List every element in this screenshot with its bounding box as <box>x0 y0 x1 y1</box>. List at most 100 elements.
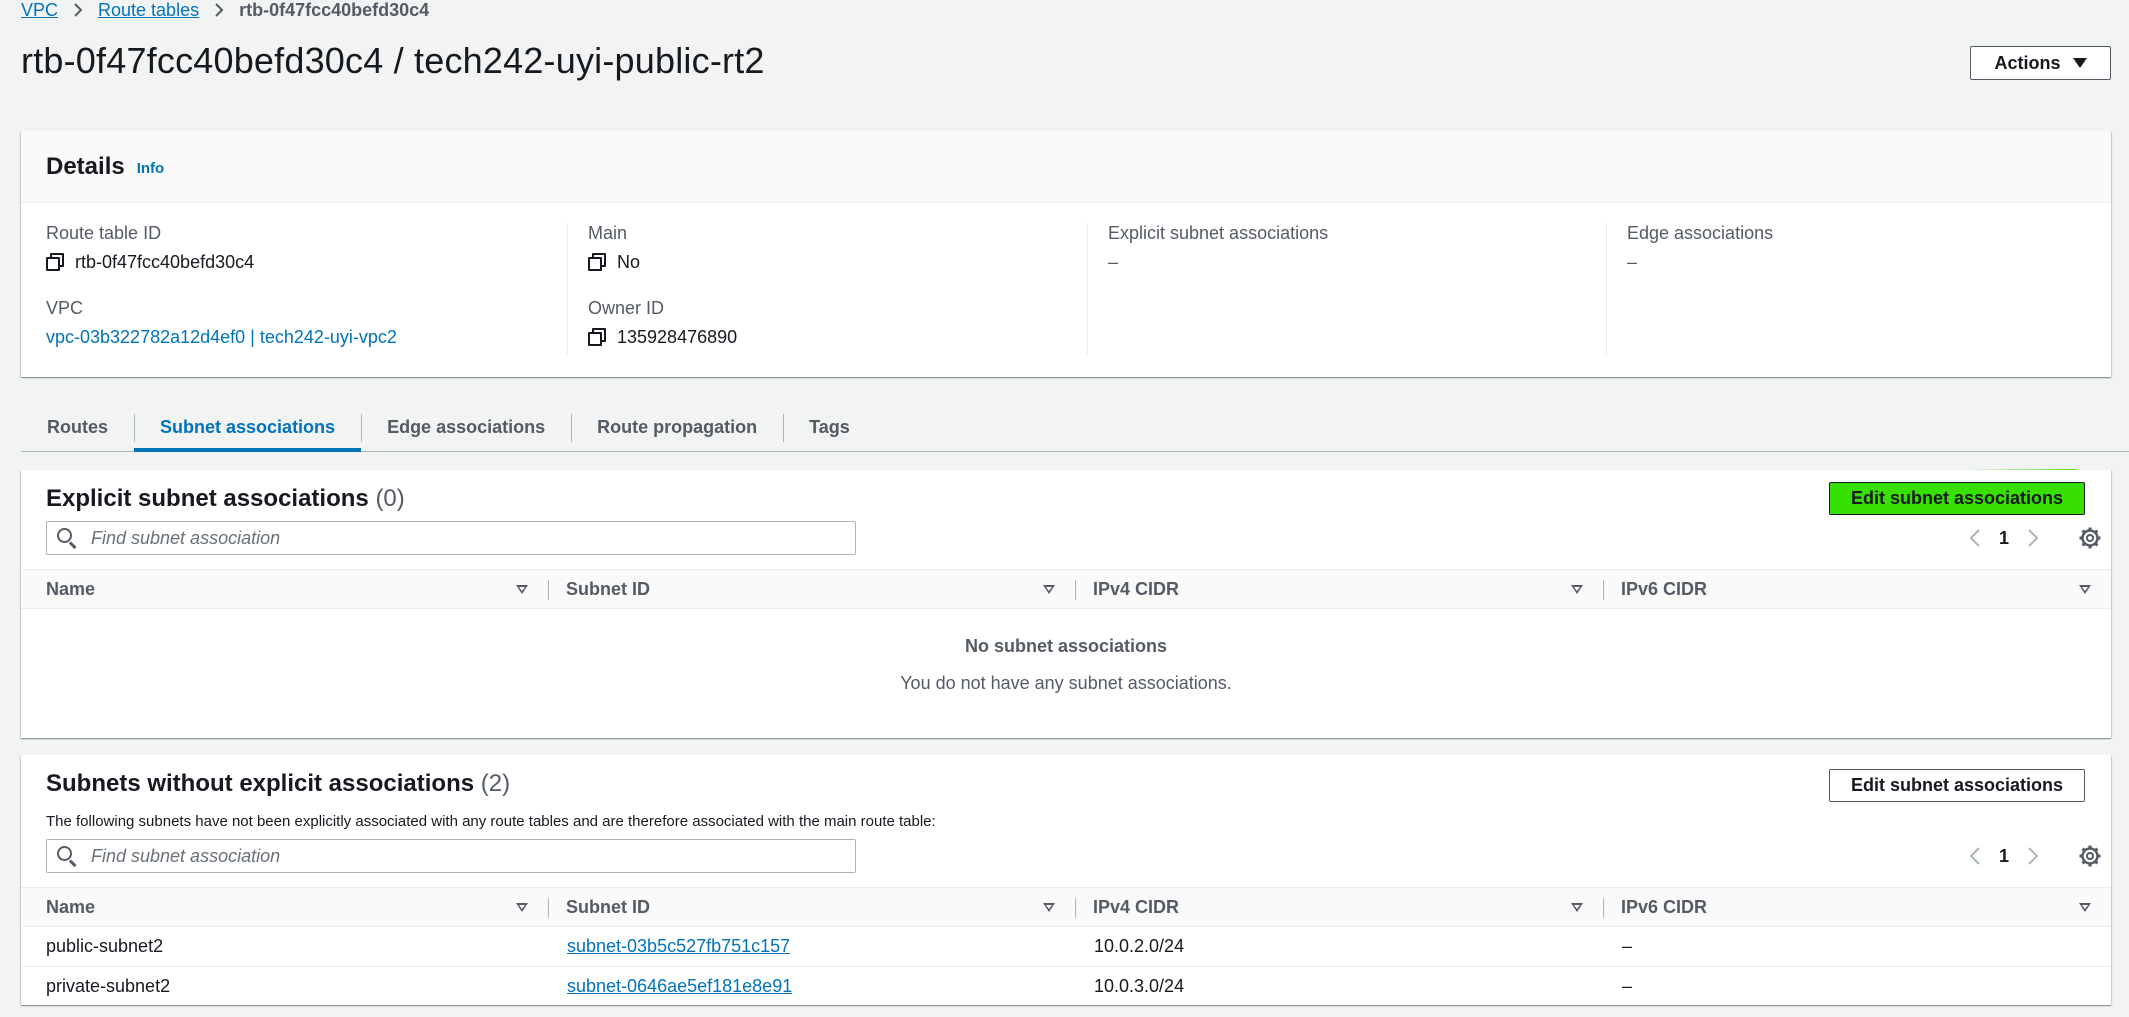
cell-name: public-subnet2 <box>21 926 548 967</box>
column-label: Subnet ID <box>566 896 650 917</box>
page-number[interactable]: 1 <box>1989 846 2019 867</box>
column-label: Name <box>46 896 96 917</box>
sort-down-icon <box>2079 902 2091 912</box>
sort-down-icon <box>2079 584 2091 594</box>
implicit-count: (2) <box>480 770 511 797</box>
column-label: IPv4 CIDR <box>1093 896 1180 917</box>
subnet-link[interactable]: subnet-0646ae5ef181e8e91 <box>567 976 792 996</box>
explicit-title-text: Explicit subnet associations <box>46 485 369 512</box>
edit-subnet-associations-button[interactable]: Edit subnet associations <box>1829 482 2085 515</box>
chevron-left-icon[interactable] <box>1961 524 1989 552</box>
tab-subnet-associations[interactable]: Subnet associations <box>134 404 362 452</box>
gear-icon[interactable] <box>2079 845 2101 867</box>
details-title: Details <box>46 152 125 180</box>
tab-bar: Routes Subnet associations Edge associat… <box>21 404 2129 452</box>
sort-down-icon <box>516 584 528 594</box>
column-ipv6-cidr[interactable]: IPv6 CIDR <box>1603 887 2111 927</box>
main-label: Main <box>588 223 628 243</box>
implicit-table: Name Subnet ID IPv4 CIDR IPv6 CIDR publi… <box>21 887 2111 1007</box>
route-table-id-label: Route table ID <box>46 223 162 243</box>
edge-associations-label: Edge associations <box>1627 223 1774 243</box>
subnet-link[interactable]: subnet-03b5c527fb751c157 <box>567 936 790 956</box>
details-panel: Details Info Route table ID rtb-0f47fcc4… <box>21 131 2111 377</box>
breadcrumb: VPC Route tables rtb-0f47fcc40befd30c4 <box>21 0 429 20</box>
copy-icon[interactable] <box>588 253 606 271</box>
sort-down-icon <box>1043 902 1055 912</box>
column-name[interactable]: Name <box>21 887 548 927</box>
column-label: IPv4 CIDR <box>1093 578 1180 599</box>
column-subnet-id[interactable]: Subnet ID <box>548 887 1075 927</box>
breadcrumb-current: rtb-0f47fcc40befd30c4 <box>239 0 430 20</box>
breadcrumb-vpc[interactable]: VPC <box>21 0 58 21</box>
implicit-search-input[interactable] <box>91 845 811 867</box>
explicit-search-input[interactable] <box>91 527 811 549</box>
info-link[interactable]: Info <box>137 160 165 177</box>
sort-down-icon <box>1571 584 1583 594</box>
main-value: No <box>588 250 1087 274</box>
explicit-associations-label: Explicit subnet associations <box>1108 223 1329 243</box>
implicit-title-text: Subnets without explicit associations <box>46 770 475 797</box>
implicit-associations-title: Subnets without explicit associations (2… <box>46 770 510 798</box>
chevron-right-icon[interactable] <box>2019 842 2047 870</box>
caret-down-icon <box>2072 58 2087 68</box>
cell-ipv4-cidr: 10.0.3.0/24 <box>1094 976 1185 997</box>
gear-icon[interactable] <box>2079 527 2101 549</box>
owner-id-label: Owner ID <box>588 298 665 318</box>
details-body: Route table ID rtb-0f47fcc40befd30c4 VPC… <box>21 203 2111 377</box>
copy-icon[interactable] <box>46 253 64 271</box>
table-row: private-subnet2 subnet-0646ae5ef181e8e91… <box>21 967 2111 1007</box>
edit-subnet-associations-button[interactable]: Edit subnet associations <box>1829 769 2085 802</box>
details-column-4: Edge associations – <box>1606 223 2126 355</box>
column-label: Name <box>46 578 96 599</box>
actions-button[interactable]: Actions <box>1970 46 2111 80</box>
owner-id-text: 135928476890 <box>617 326 738 347</box>
vpc-value: vpc-03b322782a12d4ef0 | tech242-uyi-vpc2 <box>46 325 566 349</box>
search-icon <box>57 846 77 867</box>
chevron-left-icon[interactable] <box>1961 842 1989 870</box>
explicit-associations-panel: Explicit subnet associations (0) Edit su… <box>21 470 2111 738</box>
empty-state-description: You do not have any subnet associations. <box>900 673 1232 693</box>
copy-icon[interactable] <box>588 328 606 346</box>
column-label: IPv6 CIDR <box>1621 578 1708 599</box>
sort-down-icon <box>1571 902 1583 912</box>
vpc-link[interactable]: vpc-03b322782a12d4ef0 | tech242-uyi-vpc2 <box>46 327 397 348</box>
page-title: rtb-0f47fcc40befd30c4 / tech242-uyi-publ… <box>21 40 765 81</box>
column-ipv4-cidr[interactable]: IPv4 CIDR <box>1075 569 1603 609</box>
explicit-associations-value: – <box>1108 251 1119 272</box>
chevron-right-icon <box>209 0 229 20</box>
explicit-table: Name Subnet ID IPv4 CIDR IPv6 CIDR <box>21 569 2111 609</box>
column-label: IPv6 CIDR <box>1621 896 1708 917</box>
breadcrumb-route-tables[interactable]: Route tables <box>98 0 199 21</box>
explicit-associations-title: Explicit subnet associations (0) <box>46 485 405 513</box>
cell-subnet-id: subnet-03b5c527fb751c157 <box>548 926 1075 967</box>
empty-state-title: No subnet associations <box>964 636 1168 656</box>
cell-subnet-id: subnet-0646ae5ef181e8e91 <box>548 967 1075 1007</box>
implicit-description: The following subnets have not been expl… <box>46 813 936 830</box>
column-subnet-id[interactable]: Subnet ID <box>548 569 1075 609</box>
tab-route-propagation[interactable]: Route propagation <box>571 404 783 451</box>
table-header-row: Name Subnet ID IPv4 CIDR IPv6 CIDR <box>21 887 2111 927</box>
column-name[interactable]: Name <box>21 569 548 609</box>
route-table-id-text: rtb-0f47fcc40befd30c4 <box>75 251 255 272</box>
chevron-right-icon[interactable] <box>2019 524 2047 552</box>
details-column-2: Main No Owner ID 135928476890 <box>567 223 1087 355</box>
edge-associations-value: – <box>1627 251 1638 272</box>
vpc-label: VPC <box>46 298 84 318</box>
tab-tags[interactable]: Tags <box>783 404 876 451</box>
explicit-count: (0) <box>375 485 405 512</box>
column-ipv4-cidr[interactable]: IPv4 CIDR <box>1075 887 1603 927</box>
page-number[interactable]: 1 <box>1989 528 2019 549</box>
column-ipv6-cidr[interactable]: IPv6 CIDR <box>1603 569 2111 609</box>
route-table-id-value: rtb-0f47fcc40befd30c4 <box>46 250 566 274</box>
implicit-search <box>46 839 856 873</box>
cell-ipv6-cidr: – <box>1622 976 1633 997</box>
sort-down-icon <box>1043 584 1055 594</box>
explicit-search <box>46 521 856 555</box>
owner-id-value: 135928476890 <box>588 325 1087 349</box>
implicit-associations-panel: Subnets without explicit associations (2… <box>21 755 2111 1005</box>
tab-routes[interactable]: Routes <box>21 404 134 451</box>
cell-ipv4-cidr: 10.0.2.0/24 <box>1075 926 1603 967</box>
tab-edge-associations[interactable]: Edge associations <box>361 404 571 451</box>
cell-ipv6-cidr: – <box>1603 926 2111 967</box>
actions-button-label: Actions <box>1994 52 2061 73</box>
